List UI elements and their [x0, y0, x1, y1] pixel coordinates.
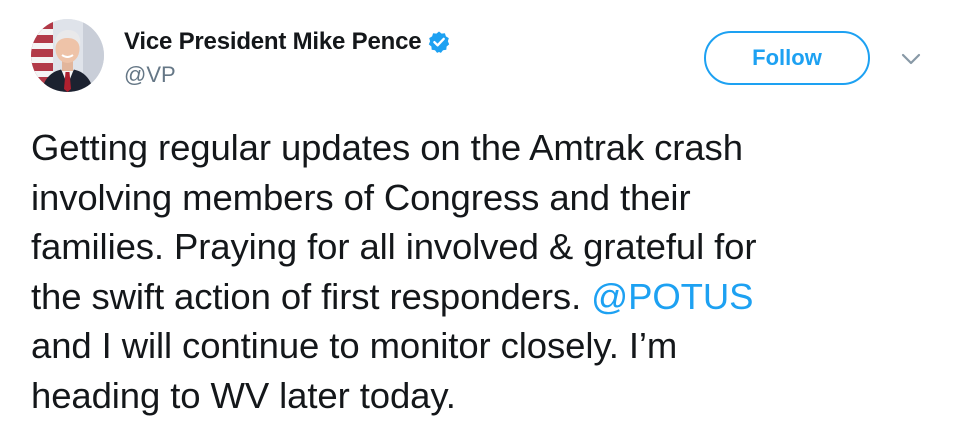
- follow-button[interactable]: Follow: [704, 31, 870, 85]
- mention-link[interactable]: @POTUS: [591, 276, 753, 317]
- tweet-text-line: and I will continue to monitor closely. …: [31, 325, 678, 366]
- author-name-row: Vice President Mike Pence: [124, 26, 451, 58]
- verified-badge-icon: [427, 30, 451, 54]
- tweet-text-line: the swift action of first responders. @P…: [31, 272, 941, 322]
- chevron-down-icon[interactable]: [898, 48, 924, 70]
- tweet-card: Vice President Mike Pence @VP Follow Get…: [0, 0, 960, 438]
- tweet-text-line: families. Praying for all involved & gra…: [31, 226, 757, 267]
- tweet-text-segment: the swift action of first responders.: [31, 275, 592, 317]
- tweet-text: Getting regular updates on the Amtrak cr…: [31, 123, 941, 420]
- author-display-name[interactable]: Vice President Mike Pence: [124, 28, 422, 56]
- tweet-text-line: heading to WV later today.: [31, 374, 456, 416]
- avatar-image: [31, 19, 104, 92]
- avatar[interactable]: [31, 19, 104, 92]
- tweet-text-line: Getting regular updates on the Amtrak cr…: [31, 127, 743, 168]
- tweet-text-line: involving members of Congress and their: [31, 176, 691, 218]
- author-handle[interactable]: @VP: [124, 62, 176, 88]
